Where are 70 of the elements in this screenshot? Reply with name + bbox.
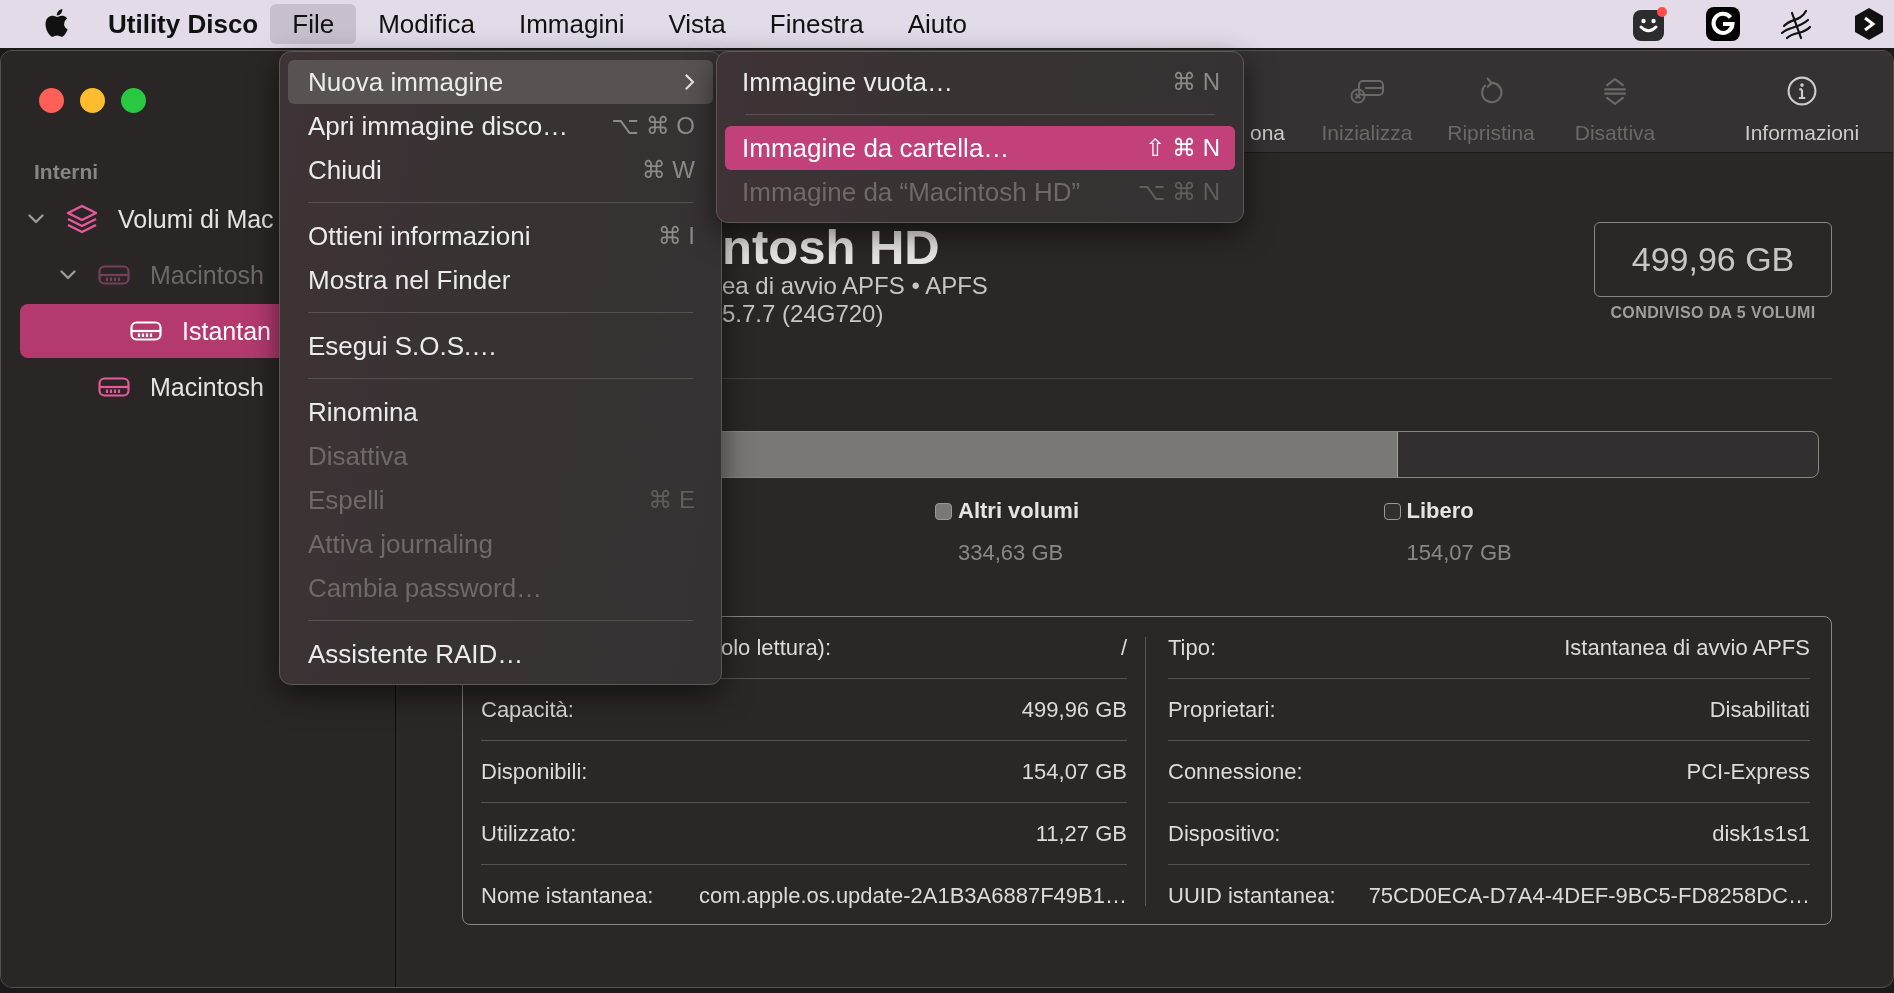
menu-item[interactable]: Esegui S.O.S.… — [288, 324, 713, 368]
menu-item[interactable]: Rinomina — [288, 390, 713, 434]
detail-value: PCI-Express — [1686, 758, 1810, 785]
menu-item[interactable]: Ottieni informazioni ⌘ I — [288, 214, 713, 258]
detail-label: Proprietari: — [1168, 696, 1276, 723]
menu-item[interactable]: Nuova immagine — [288, 60, 713, 104]
app-menu[interactable]: Utility Disco — [108, 8, 259, 40]
detail-label: Utilizzato: — [481, 820, 577, 847]
capacity-caption: CONDIVISO DA 5 VOLUMI — [1610, 303, 1816, 323]
volume-version: 5.7.7 (24G720) — [722, 300, 885, 328]
swirl-icon[interactable] — [1779, 7, 1813, 41]
capacity-value: 499,96 GB — [1594, 222, 1832, 297]
menu-bar-item[interactable]: Finestra — [747, 4, 886, 44]
toolbar-button[interactable]: ona — [1249, 76, 1285, 146]
volume-subtitle: ea di avvio APFS • APFS — [722, 272, 988, 300]
smiley-tile-icon[interactable] — [1633, 7, 1667, 41]
detail-label: Capacità: — [481, 696, 574, 723]
detail-label: Nome istantanea: — [481, 882, 654, 909]
drive-icon — [130, 321, 162, 341]
window-minimize-button[interactable] — [80, 88, 105, 113]
volume-title: ntosh HD — [722, 222, 941, 272]
detail-label: Tipo: — [1168, 634, 1217, 661]
keyboard-shortcut: ⇧ ⌘ N — [1145, 134, 1220, 162]
menu-item[interactable]: Immagine da cartella… ⇧ ⌘ N — [725, 126, 1235, 170]
menu-bar-item[interactable]: Modifica — [356, 4, 497, 44]
keyboard-shortcut: ⌥ ⌘ O — [611, 112, 695, 140]
chevron-right-icon — [685, 74, 695, 90]
toolbar-button[interactable]: Informazioni — [1732, 76, 1872, 146]
detail-value: / — [1120, 634, 1127, 661]
menu-item[interactable]: Apri immagine disco… ⌥ ⌘ O — [288, 104, 713, 148]
legend-value: 154,07 GB — [1406, 539, 1512, 567]
window-close-button[interactable] — [39, 88, 64, 113]
detail-label: olo lettura): — [721, 634, 832, 661]
keyboard-shortcut: ⌘ N — [1172, 68, 1220, 96]
section-heading: Interni — [34, 159, 99, 185]
detail-value: 499,96 GB — [1021, 696, 1127, 723]
menu-item[interactable]: Assistente RAID… — [288, 632, 713, 676]
detail-label: Dispositivo: — [1168, 820, 1281, 847]
detail-label: Connessione: — [1168, 758, 1303, 785]
hexagon-chevron-icon[interactable] — [1852, 7, 1886, 41]
menu-bar-item[interactable]: Immagini — [497, 4, 647, 44]
detail-value: Disabilitati — [1709, 696, 1810, 723]
menu-bar-item[interactable]: File — [270, 4, 357, 44]
detail-label: Disponibili: — [481, 758, 588, 785]
drive-icon — [98, 265, 130, 285]
arc-tile-icon[interactable] — [1706, 7, 1740, 41]
stack-icon — [66, 204, 98, 234]
detail-value: 75CD0ECA-D7A4-4DEF-9BC5-FD8258DC… — [1368, 882, 1810, 909]
menu-item[interactable]: Immagine vuota… ⌘ N — [725, 60, 1235, 104]
keyboard-shortcut: ⌘ I — [657, 222, 695, 250]
detail-value: 11,27 GB — [1035, 820, 1127, 847]
menu-bar-item[interactable]: Aiuto — [885, 4, 989, 44]
legend-label: Altri volumi — [958, 497, 1079, 525]
keyboard-shortcut: ⌘ W — [641, 156, 695, 184]
window-zoom-button[interactable] — [121, 88, 146, 113]
detail-value: Istantanea di avvio APFS — [1564, 634, 1810, 661]
detail-value: com.apple.os.update-2A1B3A6887F49B1… — [698, 882, 1127, 909]
sidebar-item[interactable]: Volumi di Mac — [20, 192, 279, 246]
legend-label: Libero — [1406, 497, 1475, 525]
legend-value: 334,63 GB — [958, 539, 1065, 567]
drive-icon — [98, 377, 130, 397]
detail-label: UUID istantanea: — [1168, 882, 1336, 909]
info-icon — [1785, 76, 1819, 106]
detail-value: 154,07 GB — [1021, 758, 1127, 785]
menu-bar-item[interactable]: Vista — [646, 4, 748, 44]
menu-item[interactable]: Mostra nel Finder — [288, 258, 713, 302]
chevron-down-icon[interactable] — [28, 214, 44, 224]
menu-item[interactable]: Chiudi ⌘ W — [288, 148, 713, 192]
detail-value: disk1s1s1 — [1712, 820, 1810, 847]
sidebar-item[interactable]: Macintosh — [20, 360, 279, 414]
